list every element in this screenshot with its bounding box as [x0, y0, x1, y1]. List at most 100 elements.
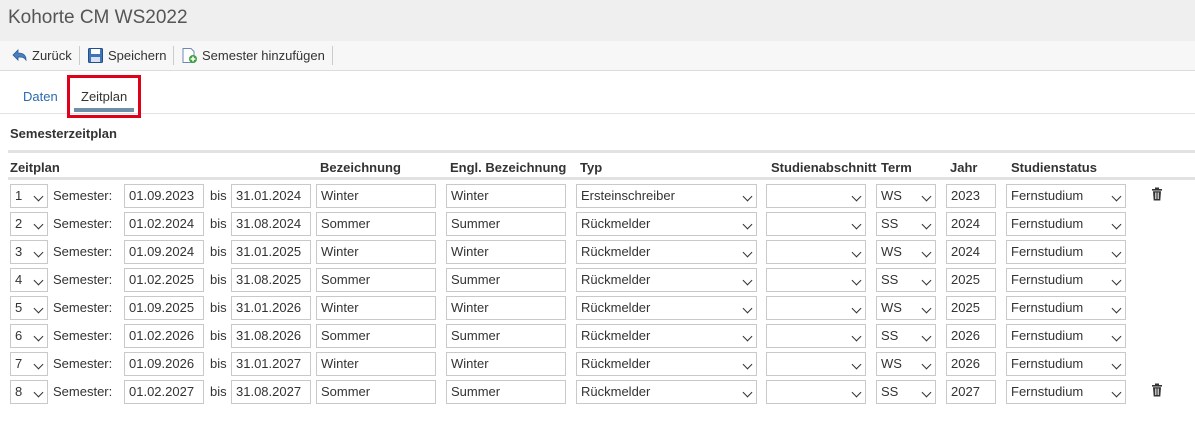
start-date-input[interactable]: 01.09.2025 [124, 296, 204, 320]
chevron-down-icon [1111, 191, 1122, 202]
typ-select[interactable]: Rückmelder [576, 352, 757, 376]
semester-number-select[interactable]: 6 [10, 324, 48, 348]
studienstatus-select[interactable]: Fernstudium [1006, 352, 1126, 376]
chevron-down-icon [742, 387, 753, 398]
engl-bezeichnung-input[interactable]: Summer [446, 380, 566, 404]
column-header-studienabschnitt: Studienabschnitt [771, 160, 877, 175]
end-date-input[interactable]: 31.08.2025 [231, 268, 311, 292]
jahr-input[interactable]: 2027 [946, 380, 996, 404]
term-select[interactable]: SS [876, 268, 936, 292]
term-select[interactable]: SS [876, 380, 936, 404]
semester-number-select[interactable]: 4 [10, 268, 48, 292]
save-button[interactable]: Speichern [87, 45, 167, 66]
studienabschnitt-select[interactable] [766, 184, 866, 208]
studienstatus-select[interactable]: Fernstudium [1006, 296, 1126, 320]
semester-number-select[interactable]: 3 [10, 240, 48, 264]
end-date-input[interactable]: 31.08.2024 [231, 212, 311, 236]
bezeichnung-input[interactable]: Sommer [316, 212, 436, 236]
end-date-input[interactable]: 31.01.2026 [231, 296, 311, 320]
studienabschnitt-select[interactable] [766, 296, 866, 320]
jahr-input[interactable]: 2025 [946, 268, 996, 292]
engl-bezeichnung-input[interactable]: Winter [446, 184, 566, 208]
trash-icon[interactable] [1151, 187, 1163, 201]
bezeichnung-input[interactable]: Winter [316, 352, 436, 376]
engl-bezeichnung-input[interactable]: Summer [446, 268, 566, 292]
bezeichnung-input[interactable]: Sommer [316, 324, 436, 348]
bezeichnung-input[interactable]: Sommer [316, 268, 436, 292]
engl-bezeichnung-input[interactable]: Winter [446, 240, 566, 264]
studienstatus-select[interactable]: Fernstudium [1006, 212, 1126, 236]
studienstatus-select[interactable]: Fernstudium [1006, 240, 1126, 264]
semester-number-select[interactable]: 2 [10, 212, 48, 236]
studienabschnitt-select[interactable] [766, 240, 866, 264]
trash-icon[interactable] [1151, 383, 1163, 397]
engl-bezeichnung-input[interactable]: Summer [446, 324, 566, 348]
studienabschnitt-select[interactable] [766, 268, 866, 292]
bezeichnung-input[interactable]: Winter [316, 240, 436, 264]
jahr-input[interactable]: 2025 [946, 296, 996, 320]
jahr-input[interactable]: 2023 [946, 184, 996, 208]
jahr-input[interactable]: 2026 [946, 324, 996, 348]
engl-bezeichnung-input[interactable]: Winter [446, 296, 566, 320]
studienstatus-select[interactable]: Fernstudium [1006, 380, 1126, 404]
start-date-input[interactable]: 01.09.2026 [124, 352, 204, 376]
term-value: SS [881, 216, 899, 231]
end-date-input[interactable]: 31.01.2025 [231, 240, 311, 264]
end-date-input[interactable]: 31.08.2027 [231, 380, 311, 404]
studienabschnitt-select[interactable] [766, 352, 866, 376]
typ-select[interactable]: Rückmelder [576, 296, 757, 320]
term-select[interactable]: SS [876, 212, 936, 236]
term-select[interactable]: SS [876, 324, 936, 348]
typ-select[interactable]: Rückmelder [576, 240, 757, 264]
typ-select[interactable]: Rückmelder [576, 380, 757, 404]
typ-select[interactable]: Rückmelder [576, 268, 757, 292]
term-select[interactable]: WS [876, 240, 936, 264]
bis-label: bis [210, 272, 227, 287]
end-date-input[interactable]: 31.01.2024 [231, 184, 311, 208]
chevron-down-icon [921, 303, 932, 314]
bezeichnung-input[interactable]: Sommer [316, 380, 436, 404]
semester-number-value: 4 [15, 272, 23, 287]
studienstatus-select[interactable]: Fernstudium [1006, 324, 1126, 348]
chevron-down-icon [742, 359, 753, 370]
bezeichnung-input[interactable]: Winter [316, 296, 436, 320]
chevron-down-icon [742, 303, 753, 314]
start-date-input[interactable]: 01.09.2023 [124, 184, 204, 208]
typ-select[interactable]: Rückmelder [576, 212, 757, 236]
engl-bezeichnung-input[interactable]: Winter [446, 352, 566, 376]
studienabschnitt-select[interactable] [766, 212, 866, 236]
term-select[interactable]: WS [876, 296, 936, 320]
semester-number-value: 1 [15, 188, 23, 203]
studienabschnitt-select[interactable] [766, 380, 866, 404]
start-date-input[interactable]: 01.02.2026 [124, 324, 204, 348]
tab-daten[interactable]: Daten [23, 89, 58, 104]
typ-select[interactable]: Ersteinschreiber [576, 184, 757, 208]
studienstatus-select[interactable]: Fernstudium [1006, 184, 1126, 208]
start-date-input[interactable]: 01.02.2024 [124, 212, 204, 236]
typ-value: Rückmelder [581, 244, 651, 259]
start-date-input[interactable]: 01.02.2025 [124, 268, 204, 292]
add-semester-button[interactable]: Semester hinzufügen [181, 45, 325, 66]
start-date-input[interactable]: 01.02.2027 [124, 380, 204, 404]
studienstatus-select[interactable]: Fernstudium [1006, 268, 1126, 292]
end-date-input[interactable]: 31.08.2026 [231, 324, 311, 348]
typ-select[interactable]: Rückmelder [576, 324, 757, 348]
jahr-input[interactable]: 2024 [946, 212, 996, 236]
semester-number-select[interactable]: 5 [10, 296, 48, 320]
back-button[interactable]: Zurück [11, 45, 72, 66]
end-date-input[interactable]: 31.01.2027 [231, 352, 311, 376]
semester-number-select[interactable]: 1 [10, 184, 48, 208]
semester-number-select[interactable]: 8 [10, 380, 48, 404]
toolbar-divider [173, 46, 174, 65]
jahr-input[interactable]: 2024 [946, 240, 996, 264]
bezeichnung-input[interactable]: Winter [316, 184, 436, 208]
start-date-input[interactable]: 01.09.2024 [124, 240, 204, 264]
term-select[interactable]: WS [876, 184, 936, 208]
toolbar-divider [332, 46, 333, 65]
engl-bezeichnung-input[interactable]: Summer [446, 212, 566, 236]
semester-number-select[interactable]: 7 [10, 352, 48, 376]
studienabschnitt-select[interactable] [766, 324, 866, 348]
jahr-input[interactable]: 2026 [946, 352, 996, 376]
term-select[interactable]: WS [876, 352, 936, 376]
chevron-down-icon [851, 275, 862, 286]
